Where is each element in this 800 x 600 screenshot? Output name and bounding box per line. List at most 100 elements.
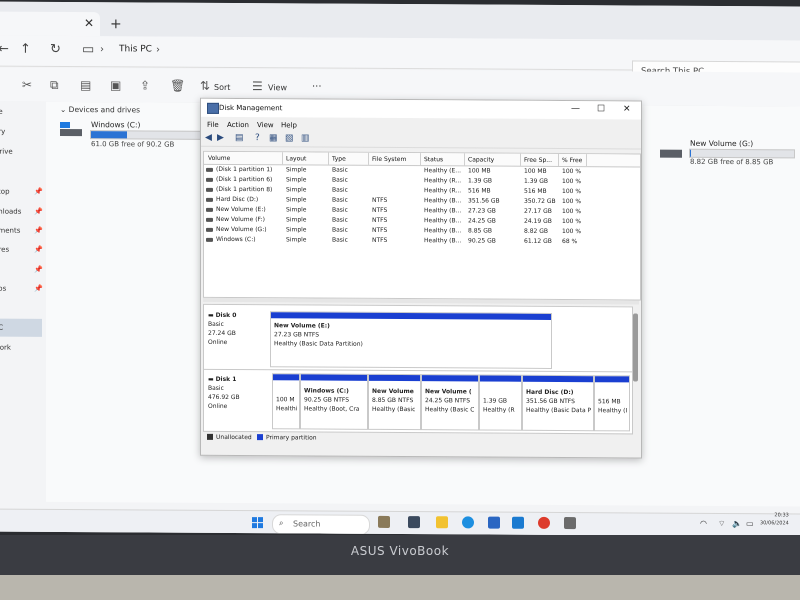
disk1-partition[interactable]: 1.39 GB Healthy (R <box>479 374 522 431</box>
col-volume[interactable]: Volume <box>208 155 230 162</box>
disk1-partition[interactable]: Hard Disc (D:) 351.56 GB NTFS Healthy (Bas… <box>522 374 594 432</box>
sidebar-item-this-pc[interactable]: PC <box>0 324 3 332</box>
volume-cell: Basic <box>332 166 348 174</box>
menu-help[interactable]: Help <box>281 121 297 129</box>
cut-icon[interactable]: ✂ <box>22 78 32 92</box>
paste-icon[interactable]: ▤ <box>80 78 91 92</box>
outlook-icon[interactable] <box>512 516 524 529</box>
copy-icon[interactable]: ⧉ <box>50 78 59 93</box>
sidebar-item-downloads[interactable]: enloads <box>0 208 21 216</box>
sidebar-item-pictures[interactable]: ures <box>0 246 9 254</box>
screen: ✕ + ← ↑ ↻ ▭ › This PC › Search This PC ✂… <box>0 1 800 537</box>
drive-c-name[interactable]: Windows (C:) <box>91 120 140 129</box>
volume-cell: 68 % <box>562 238 578 246</box>
chrome-icon[interactable] <box>538 516 550 529</box>
drive-g-name[interactable]: New Volume (G:) <box>690 139 753 148</box>
devices-and-drives-header[interactable]: ⌄ Devices and drives <box>60 105 140 114</box>
disk-management-icon[interactable] <box>564 517 576 530</box>
store-icon[interactable] <box>488 516 500 529</box>
graph-scrollbar[interactable] <box>633 313 638 382</box>
back-arrow-icon[interactable]: ◀ <box>205 133 215 143</box>
drive-c-free-text: 61.0 GB free of 90.2 GB <box>91 140 175 149</box>
file-explorer-icon[interactable] <box>436 516 448 529</box>
navigation-pane <box>0 101 46 502</box>
sidebar-item-home[interactable]: ne <box>0 108 3 116</box>
view-button[interactable]: View <box>268 83 287 92</box>
disk1-partition[interactable]: New Volume 8.85 GB NTFS Healthy (Basic <box>368 373 421 431</box>
maximize-button[interactable]: ☐ <box>597 104 605 114</box>
volume-cell: 100 % <box>562 168 582 176</box>
refresh-icon[interactable]: ↻ <box>50 42 61 57</box>
list-view-icon[interactable]: ▤ <box>235 133 245 143</box>
sidebar-item-videos[interactable]: eos <box>0 285 6 293</box>
new-tab-icon[interactable]: + <box>110 16 122 32</box>
sidebar-item-gallery[interactable]: ery <box>0 128 5 136</box>
volume-cell: NTFS <box>372 196 388 204</box>
disk1-partition[interactable]: Windows (C:) 90.25 GB NTFS Healthy (Boot, … <box>300 373 368 430</box>
col-file-system[interactable]: File System <box>372 156 406 163</box>
desk-surface <box>0 575 800 600</box>
wifi-icon[interactable]: ⌔ <box>718 519 726 529</box>
col-status[interactable]: Status <box>424 156 443 163</box>
minimize-button[interactable]: — <box>571 104 580 114</box>
volume-cell: Hard Disc (D:) <box>216 195 259 204</box>
volume-cell: 100 % <box>562 218 582 226</box>
settings-icon[interactable]: ▥ <box>301 133 311 143</box>
address-bar[interactable]: This PC <box>119 44 152 54</box>
task-view-icon[interactable] <box>408 516 420 529</box>
title-bar[interactable]: Disk Management — ☐ ✕ <box>201 98 641 120</box>
sidebar-item-documents[interactable]: uments <box>0 227 20 235</box>
rescan-icon[interactable]: ▧ <box>285 133 295 143</box>
clock[interactable]: 20:33 30/06/2024 <box>760 511 789 527</box>
disk1-partition[interactable]: 100 M Healthi <box>272 373 300 430</box>
chevron-right-icon[interactable]: › <box>156 45 160 56</box>
rename-icon[interactable]: ▣ <box>110 78 121 92</box>
disk0-partition-e[interactable]: New Volume (E:) 27.23 GB NTFS Healthy (B… <box>270 311 552 369</box>
taskbar-app-icon[interactable] <box>378 515 390 528</box>
disk-management-window: Disk Management — ☐ ✕ File Action View H… <box>200 97 642 459</box>
col-capacity[interactable]: Capacity <box>468 156 494 163</box>
close-button[interactable]: ✕ <box>623 104 631 114</box>
brand-label: ASUS VivoBook <box>350 544 450 558</box>
start-icon[interactable] <box>252 517 264 529</box>
help-icon[interactable]: ? <box>255 133 265 143</box>
sidebar-item-network[interactable]: work <box>0 344 11 352</box>
delete-icon[interactable]: 🗑 <box>170 79 185 93</box>
more-options-button[interactable]: ··· <box>312 81 322 92</box>
menu-file[interactable]: File <box>207 121 219 129</box>
menu-action[interactable]: Action <box>227 121 249 129</box>
partition-status: Healthy (Basic <box>372 405 416 414</box>
battery-icon[interactable]: ▭ <box>746 519 754 528</box>
legend: Unallocated Primary partition <box>203 432 639 447</box>
share-icon[interactable]: ⇪ <box>140 78 150 92</box>
forward-arrow-icon[interactable]: ▶ <box>217 133 227 143</box>
volume-row[interactable]: Windows (C:) Simple Basic NTFS Healthy (B...… <box>204 235 640 248</box>
disk0-info[interactable]: ▬ Disk 0 Basic 27.24 GB Online <box>208 311 236 347</box>
edge-icon[interactable] <box>462 516 474 529</box>
sidebar-item-onedrive[interactable]: Drive <box>0 148 13 156</box>
up-arrow-icon[interactable]: ↑ <box>20 42 31 57</box>
disk1-info[interactable]: ▬ Disk 1 Basic 476.92 GB Online <box>208 375 240 411</box>
volume-cell: 100 % <box>562 198 582 206</box>
volume-cell: 27.17 GB <box>524 207 552 215</box>
network-icon[interactable]: ◠ <box>700 519 707 528</box>
col-free-space[interactable]: Free Sp... <box>524 157 552 164</box>
sort-button[interactable]: Sort <box>214 83 230 92</box>
taskbar-search[interactable]: ⌕ Search <box>272 514 370 535</box>
volume-cell: 100 % <box>562 188 582 196</box>
back-arrow-icon[interactable]: ← <box>0 42 9 57</box>
col-percent-free[interactable]: % Free <box>562 157 582 164</box>
sort-icon[interactable]: ⇅ <box>200 79 210 93</box>
col-type[interactable]: Type <box>332 156 346 163</box>
properties-icon[interactable]: ▦ <box>269 133 279 143</box>
disk1-partition[interactable]: New Volume (24.25 GB NTFS Healthy (Basic … <box>421 374 479 431</box>
disk1-partition[interactable]: 516 MB Healthy (I <box>594 375 630 432</box>
close-tab-icon[interactable]: ✕ <box>84 16 94 30</box>
menu-view[interactable]: View <box>257 121 274 129</box>
volume-cell: (Disk 1 partition 1) <box>216 165 273 174</box>
volume-icon[interactable]: 🔈 <box>732 519 742 528</box>
sidebar-item-desktop[interactable]: ktop <box>0 188 10 196</box>
view-icon[interactable]: ☰ <box>252 79 263 93</box>
chevron-right-icon[interactable]: › <box>100 44 104 55</box>
col-layout[interactable]: Layout <box>286 155 306 162</box>
